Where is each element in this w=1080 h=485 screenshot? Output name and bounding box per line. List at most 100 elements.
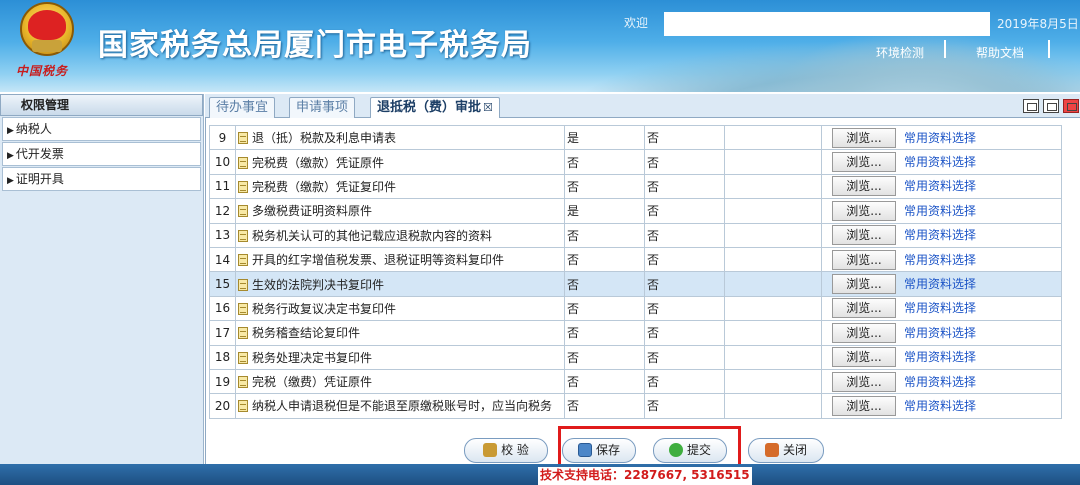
required-cell: 否	[564, 246, 645, 273]
tile-window-icon[interactable]	[1043, 99, 1059, 113]
common-materials-link[interactable]: 常用资料选择	[904, 131, 976, 145]
common-materials-link[interactable]: 常用资料选择	[904, 204, 976, 218]
sidebar-item-label: 纳税人	[15, 122, 52, 136]
material-name: 完税费（缴款）凭证复印件	[252, 179, 397, 194]
browse-button[interactable]: 浏览...	[832, 274, 896, 295]
browse-button[interactable]: 浏览...	[832, 176, 896, 197]
close-button[interactable]: 关闭	[748, 438, 824, 463]
actions-cell: 浏览... 常用资料选择	[821, 368, 1062, 395]
common-materials-link[interactable]: 常用资料选择	[904, 375, 976, 389]
material-name-cell: 税务稽查结论复印件	[235, 320, 565, 346]
actions-cell: 浏览... 常用资料选择	[821, 344, 1062, 370]
row-number: 12	[209, 198, 236, 224]
material-name: 开具的红字增值税发票、退税证明等资料复印件	[252, 253, 505, 268]
submitted-cell: 否	[644, 271, 725, 297]
common-materials-link[interactable]: 常用资料选择	[904, 155, 976, 169]
document-icon	[238, 132, 248, 145]
material-name-cell: 生效的法院判决书复印件	[235, 271, 565, 297]
browse-button[interactable]: 浏览...	[832, 200, 896, 221]
tab-close-icon[interactable]: ☒	[483, 101, 493, 114]
restore-window-icon[interactable]	[1023, 99, 1039, 113]
material-name-cell: 多缴税费证明资料原件	[235, 198, 565, 224]
browse-button[interactable]: 浏览...	[832, 225, 896, 246]
sidebar-title: 权限管理	[0, 94, 203, 116]
main-content: 9 退（抵）税款及利息申请表是否浏览... 常用资料选择 10 完税费（缴款）凭证原件否…	[205, 118, 1080, 464]
common-materials-link[interactable]: 常用资料选择	[904, 277, 976, 291]
submitted-cell: 否	[644, 246, 725, 273]
document-icon	[238, 327, 248, 340]
blank-cell	[724, 320, 822, 346]
material-name: 税务稽查结论复印件	[252, 326, 361, 341]
browse-button[interactable]: 浏览...	[832, 395, 896, 416]
sidebar-item-invoice[interactable]: ▶ 代开发票	[2, 142, 201, 166]
blank-cell	[724, 149, 822, 175]
material-name: 税务机关认可的其他记载应退税款内容的资料	[252, 228, 493, 243]
common-materials-link[interactable]: 常用资料选择	[904, 399, 976, 413]
tab-refund-approval[interactable]: 退抵税（费）审批 ☒	[370, 97, 500, 119]
table-row: 17 税务稽查结论复印件 否否 浏览... 常用资料选择	[209, 320, 1062, 346]
material-name-cell: 完税费（缴款）凭证原件	[235, 149, 565, 175]
row-number: 20	[209, 393, 236, 419]
user-name-box	[664, 12, 990, 36]
common-materials-link[interactable]: 常用资料选择	[904, 301, 976, 315]
blank-cell	[724, 222, 822, 248]
actions-cell: 浏览... 常用资料选择	[821, 295, 1062, 322]
required-cell: 否	[564, 271, 645, 297]
material-name-cell: 退（抵）税款及利息申请表	[235, 124, 565, 151]
browse-button[interactable]: 浏览...	[832, 298, 896, 319]
browse-button[interactable]: 浏览...	[832, 127, 896, 148]
material-name: 多缴税费证明资料原件	[252, 204, 373, 219]
submitted-cell: 否	[644, 198, 725, 224]
browse-button[interactable]: 浏览...	[832, 152, 896, 173]
table-row: 13 税务机关认可的其他记载应退税款内容的资料 否否 浏览... 常用资料选择	[209, 222, 1062, 248]
row-number: 13	[209, 222, 236, 248]
row-number: 18	[209, 344, 236, 370]
blank-cell	[724, 246, 822, 273]
site-title: 国家税务总局厦门市电子税务局	[98, 28, 532, 63]
document-icon	[238, 205, 248, 218]
common-materials-link[interactable]: 常用资料选择	[904, 179, 976, 193]
sidebar-item-certificate[interactable]: ▶ 证明开具	[2, 167, 201, 191]
check-button[interactable]: 校 验	[464, 438, 548, 463]
tab-applications[interactable]: 申请事项	[289, 97, 356, 118]
material-name-cell: 纳税人申请退税但是不能退至原缴税账号时，应当向税务	[235, 393, 565, 419]
required-cell: 否	[564, 173, 645, 200]
help-docs-link[interactable]: 帮助文档	[976, 44, 1024, 61]
table-row: 15 生效的法院判决书复印件 否否 浏览... 常用资料选择	[209, 271, 1062, 297]
actions-cell: 浏览... 常用资料选择	[821, 222, 1062, 248]
document-icon	[238, 376, 248, 389]
tab-todo[interactable]: 待办事宜	[209, 97, 276, 118]
browse-button[interactable]: 浏览...	[832, 249, 896, 270]
document-icon	[238, 254, 248, 267]
close-window-icon[interactable]	[1063, 99, 1079, 113]
table-row: 9 退（抵）税款及利息申请表 是否 浏览... 常用资料选择	[209, 124, 1062, 151]
sidebar-item-taxpayer[interactable]: ▶ 纳税人	[2, 117, 201, 141]
scale-icon	[483, 443, 498, 457]
common-materials-link[interactable]: 常用资料选择	[904, 326, 976, 340]
table-row: 10 完税费（缴款）凭证原件 否否 浏览... 常用资料选择	[209, 149, 1062, 175]
blank-cell	[724, 393, 822, 419]
env-check-link[interactable]: 环境检测	[876, 44, 924, 61]
current-date: 2019年8月5日	[997, 17, 1079, 31]
submitted-cell: 否	[644, 320, 725, 346]
material-name: 完税（缴费）凭证原件	[252, 375, 373, 390]
brand-logo-text: 中国税务	[16, 64, 69, 78]
common-materials-link[interactable]: 常用资料选择	[904, 253, 976, 267]
triangle-right-icon: ▶	[7, 151, 14, 161]
browse-button[interactable]: 浏览...	[832, 371, 896, 392]
material-name-cell: 开具的红字增值税发票、退税证明等资料复印件	[235, 246, 565, 273]
blank-cell	[724, 271, 822, 297]
required-cell: 是	[564, 198, 645, 224]
browse-button[interactable]: 浏览...	[832, 322, 896, 343]
common-materials-link[interactable]: 常用资料选择	[904, 228, 976, 242]
document-icon	[238, 302, 248, 315]
material-name: 税务行政复议决定书复印件	[252, 301, 397, 316]
support-phone: 技术支持电话：2287667, 5316515	[538, 467, 752, 485]
materials-table: 9 退（抵）税款及利息申请表是否浏览... 常用资料选择 10 完税费（缴款）凭证原件否…	[209, 124, 1062, 419]
submitted-cell: 否	[644, 173, 725, 200]
sidebar-item-label: 代开发票	[15, 147, 64, 161]
material-name-cell: 税务行政复议决定书复印件	[235, 295, 565, 322]
exit-door-icon	[764, 443, 779, 457]
common-materials-link[interactable]: 常用资料选择	[904, 350, 976, 364]
browse-button[interactable]: 浏览...	[832, 347, 896, 368]
